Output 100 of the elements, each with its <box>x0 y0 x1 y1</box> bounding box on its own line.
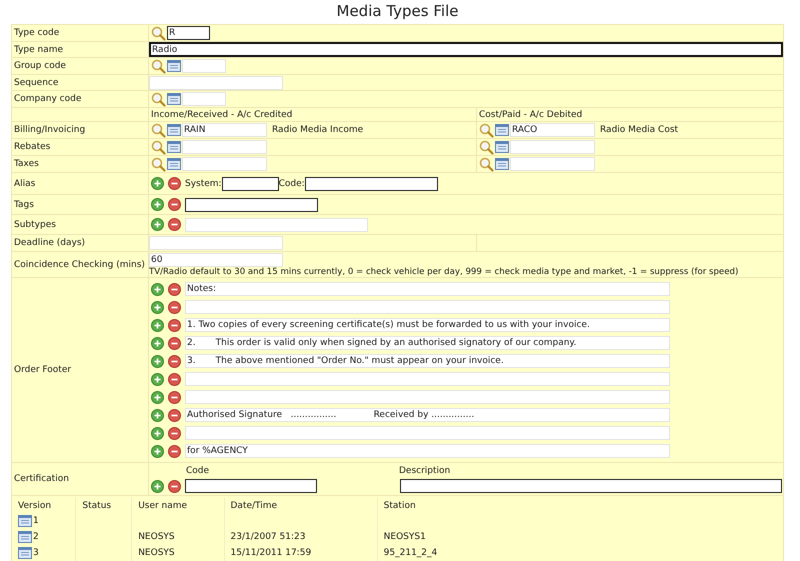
field-label: Company code <box>14 94 82 104</box>
table-cell: 95_211_2_4 <box>384 548 438 558</box>
add-button[interactable] <box>151 198 164 211</box>
input-field[interactable]: Notes: <box>185 282 670 296</box>
column-header: Date/Time <box>230 500 278 510</box>
list-icon[interactable] <box>18 547 32 559</box>
input-field[interactable]: 2. This order is valid only when signed by an authorised signatory of our company. <box>185 336 670 350</box>
list-icon[interactable] <box>18 515 32 527</box>
input-field[interactable] <box>304 176 438 190</box>
remove-button[interactable] <box>168 282 181 296</box>
field-label: Sequence <box>14 78 58 88</box>
remove-button[interactable] <box>168 336 181 350</box>
field-label: Coincidence Checking (mins) <box>14 260 145 270</box>
input-field[interactable]: RAIN <box>182 123 267 137</box>
column-header: Cost/Paid - A/c Debited <box>479 110 582 120</box>
list-icon[interactable] <box>495 141 509 153</box>
remove-button[interactable] <box>168 426 181 440</box>
add-button[interactable] <box>151 408 164 422</box>
search-icon[interactable] <box>151 58 166 74</box>
input-field[interactable]: Radio <box>149 42 783 57</box>
input-field[interactable]: R <box>167 26 210 40</box>
add-button[interactable] <box>151 336 164 350</box>
column-header: User name <box>138 500 188 510</box>
remove-button[interactable] <box>168 372 181 386</box>
column-header: Version <box>18 500 52 510</box>
add-button[interactable] <box>151 218 164 231</box>
list-icon[interactable] <box>18 531 32 543</box>
search-icon[interactable] <box>479 140 494 154</box>
list-icon[interactable] <box>495 124 509 136</box>
field-label: Subtypes <box>14 220 56 230</box>
remove-button[interactable] <box>168 480 181 492</box>
add-button[interactable] <box>151 444 164 458</box>
table-cell: NEOSYS1 <box>384 532 426 542</box>
field-label: Alias <box>14 178 36 188</box>
input-field[interactable] <box>222 176 279 190</box>
search-icon[interactable] <box>479 122 494 138</box>
list-icon[interactable] <box>495 158 509 170</box>
column-header: Income/Received - A/c Credited <box>151 110 292 120</box>
add-button[interactable] <box>151 300 164 314</box>
version-number[interactable]: 3 <box>33 548 39 558</box>
table-cell: 15/11/2011 17:59 <box>230 548 312 558</box>
column-header: Description <box>399 466 450 476</box>
field-label: Group code <box>14 61 66 71</box>
field-label: Rebates <box>14 142 50 152</box>
remove-button[interactable] <box>168 390 181 404</box>
list-icon[interactable] <box>167 141 181 153</box>
field-label: Certification <box>14 474 69 484</box>
account-name: Radio Media Cost <box>600 125 678 135</box>
input-field[interactable]: for %AGENCY <box>185 444 670 458</box>
input-field[interactable]: 3. The above mentioned "Order No." must appear on your invoice. <box>185 354 670 368</box>
add-button[interactable] <box>151 318 164 332</box>
search-icon[interactable] <box>151 156 166 172</box>
field-label: Order Footer <box>14 365 72 375</box>
version-number[interactable]: 2 <box>33 532 39 542</box>
add-button[interactable] <box>151 390 164 404</box>
field-label: Billing/Invoicing <box>14 125 86 135</box>
field-label: Deadline (days) <box>14 238 86 248</box>
remove-button[interactable] <box>168 177 181 190</box>
remove-button[interactable] <box>168 408 181 422</box>
field-label: Tags <box>14 200 34 210</box>
input-field[interactable]: 1. Two copies of every screening certificate(s) must be forwarded to us with your invoice. <box>185 318 670 332</box>
search-icon[interactable] <box>151 140 166 154</box>
field-label: Type code <box>14 28 60 38</box>
field-label: Code: <box>278 178 305 188</box>
input-field[interactable] <box>185 479 317 493</box>
search-icon[interactable] <box>151 92 166 106</box>
field-label: System: <box>185 178 222 188</box>
search-icon[interactable] <box>151 122 166 138</box>
input-field[interactable]: 60 <box>149 252 283 266</box>
remove-button[interactable] <box>168 300 181 314</box>
list-icon[interactable] <box>167 93 181 105</box>
version-number[interactable]: 1 <box>33 516 39 526</box>
add-button[interactable] <box>151 354 164 368</box>
remove-button[interactable] <box>168 444 181 458</box>
add-button[interactable] <box>151 480 164 492</box>
input-field[interactable] <box>185 198 318 212</box>
field-label: Type name <box>14 44 64 54</box>
input-field[interactable] <box>400 479 782 493</box>
add-button[interactable] <box>151 282 164 296</box>
add-button[interactable] <box>151 372 164 386</box>
list-icon[interactable] <box>167 60 181 72</box>
list-icon[interactable] <box>167 158 181 170</box>
account-name: Radio Media Income <box>272 125 364 135</box>
table-cell: NEOSYS <box>138 532 175 542</box>
help-text: TV/Radio default to 30 and 15 mins currently, 0 = check vehicle per day, 999 = check media type and market, -1 = suppress (for speed) <box>149 266 738 276</box>
list-icon[interactable] <box>167 124 181 136</box>
input-field[interactable]: RACO <box>510 123 595 137</box>
remove-button[interactable] <box>168 318 181 332</box>
remove-button[interactable] <box>168 198 181 211</box>
remove-button[interactable] <box>168 218 181 231</box>
remove-button[interactable] <box>168 354 181 368</box>
table-cell: 23/1/2007 51:23 <box>230 532 306 542</box>
add-button[interactable] <box>151 177 164 190</box>
search-icon[interactable] <box>479 156 494 172</box>
column-header: Station <box>384 500 416 510</box>
input-field[interactable]: Authorised Signature ................ Received by ............... <box>185 408 670 422</box>
add-button[interactable] <box>151 426 164 440</box>
column-header: Status <box>82 500 112 510</box>
table-cell: NEOSYS <box>138 548 175 558</box>
search-icon[interactable] <box>151 26 166 40</box>
